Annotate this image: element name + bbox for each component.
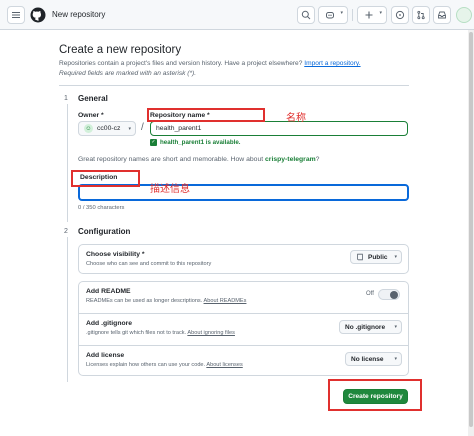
chevron-down-icon: ▾ xyxy=(394,356,397,362)
repository-name-input[interactable] xyxy=(150,121,408,136)
availability-status: ✓ health_parent1 is available. xyxy=(150,139,240,146)
top-bar: New repository ▾ ▾ xyxy=(0,0,474,30)
gitignore-title: Add .gitignore xyxy=(86,320,133,327)
chevron-down-icon: ▾ xyxy=(394,254,397,260)
visibility-value: Public xyxy=(368,253,388,261)
divider xyxy=(352,9,353,21)
about-licenses-link[interactable]: About licenses xyxy=(206,362,242,368)
scrollbar[interactable] xyxy=(468,30,474,436)
character-count: 0 / 350 characters xyxy=(78,205,125,211)
search-icon[interactable] xyxy=(297,6,315,24)
check-icon: ✓ xyxy=(150,139,157,146)
license-desc-text: Licenses explain how others can use your… xyxy=(86,362,206,368)
pull-requests-icon[interactable] xyxy=(412,6,430,24)
license-select[interactable]: No license ▾ xyxy=(345,352,402,366)
suggestion-suffix: ? xyxy=(315,156,320,163)
visibility-title: Choose visibility * xyxy=(86,251,145,258)
annotation-label-name: 名称 xyxy=(286,113,306,124)
readme-desc: READMEs can be used as longer descriptio… xyxy=(86,298,246,304)
inbox-icon[interactable] xyxy=(433,6,451,24)
options-panel: Add README READMEs can be used as longer… xyxy=(78,281,409,376)
license-title: Add license xyxy=(86,352,125,359)
readme-title: Add README xyxy=(86,288,131,295)
owner-repo-separator: / xyxy=(141,122,144,133)
create-repository-button[interactable]: Create repository xyxy=(343,389,408,404)
owner-avatar: ☺ xyxy=(84,124,93,133)
gitignore-value: No .gitignore xyxy=(345,323,386,331)
gitignore-select[interactable]: No .gitignore ▾ xyxy=(339,320,402,334)
suggestion-name[interactable]: crispy-telegram xyxy=(265,156,316,163)
subtitle-text: Repositories contain a project's files a… xyxy=(59,60,303,67)
copilot-icon[interactable]: ▾ xyxy=(318,6,348,24)
owner-value: cc00-cz xyxy=(97,125,121,132)
toggle-knob xyxy=(390,291,398,299)
about-ignoring-files-link[interactable]: About ignoring files xyxy=(187,330,235,336)
owner-select[interactable]: ☺ cc00-cz ▾ xyxy=(78,121,136,136)
gitignore-desc: .gitignore tells git which files not to … xyxy=(86,330,235,336)
github-logo-icon[interactable] xyxy=(30,7,46,23)
scrollbar-thumb[interactable] xyxy=(469,32,473,427)
divider xyxy=(79,345,408,346)
readme-desc-text: READMEs can be used as longer descriptio… xyxy=(86,298,203,304)
page-title: Create a new repository xyxy=(59,44,182,56)
annotation-box-description xyxy=(71,170,140,187)
annotation-box-repo-name xyxy=(147,108,265,122)
step-number: 1 xyxy=(64,95,68,102)
license-value: No license xyxy=(351,355,384,363)
owner-label: Owner * xyxy=(78,112,104,119)
annotation-label-description: 描述信息 xyxy=(150,184,190,195)
divider xyxy=(59,85,409,86)
availability-text: health_parent1 is available. xyxy=(160,139,241,146)
section-heading-configuration: Configuration xyxy=(78,227,131,236)
visibility-panel: Choose visibility * Choose who can see a… xyxy=(78,244,409,274)
chevron-down-icon: ▾ xyxy=(394,324,397,330)
menu-icon[interactable] xyxy=(7,6,25,24)
chevron-down-icon: ▾ xyxy=(128,125,131,132)
page-subtitle: Repositories contain a project's files a… xyxy=(59,60,361,67)
readme-toggle-state: Off xyxy=(366,291,374,297)
name-suggestion: Great repository names are short and mem… xyxy=(78,156,319,163)
import-repository-link[interactable]: Import a repository. xyxy=(304,60,360,67)
gitignore-desc-text: .gitignore tells git which files not to … xyxy=(86,330,187,336)
about-readmes-link[interactable]: About READMEs xyxy=(204,298,247,304)
step-rail xyxy=(67,104,68,222)
breadcrumb[interactable]: New repository xyxy=(52,10,105,19)
section-heading-general: General xyxy=(78,94,108,103)
chevron-down-icon: ▾ xyxy=(340,10,343,16)
repo-icon xyxy=(357,253,363,261)
issues-icon[interactable] xyxy=(391,6,409,24)
avatar[interactable] xyxy=(456,7,472,23)
plus-icon[interactable]: ▾ xyxy=(357,6,387,24)
license-desc: Licenses explain how others can use your… xyxy=(86,362,243,368)
readme-toggle[interactable] xyxy=(378,289,400,300)
divider xyxy=(79,313,408,314)
visibility-desc: Choose who can see and commit to this re… xyxy=(86,261,212,267)
step-number: 2 xyxy=(64,228,68,235)
suggestion-text: Great repository names are short and mem… xyxy=(78,156,264,163)
required-note: Required fields are marked with an aster… xyxy=(59,70,197,77)
visibility-select[interactable]: Public ▾ xyxy=(350,250,402,264)
step-rail xyxy=(67,237,68,382)
chevron-down-icon: ▾ xyxy=(379,10,382,16)
